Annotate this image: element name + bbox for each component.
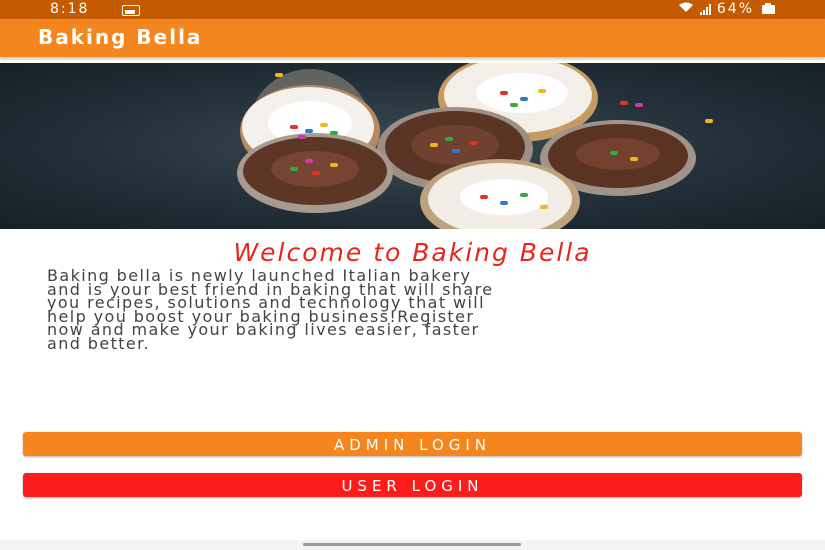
status-bar: 8:18 64% bbox=[0, 0, 825, 19]
user-login-button[interactable]: USER LOGIN bbox=[23, 473, 802, 497]
cupcakes-illustration bbox=[237, 63, 713, 229]
description-line: and better. bbox=[47, 333, 151, 353]
signal-icon bbox=[699, 3, 711, 15]
navigation-bar bbox=[0, 540, 825, 550]
cupcakes-banner-image bbox=[0, 63, 825, 229]
admin-login-button[interactable]: ADMIN LOGIN bbox=[23, 432, 802, 456]
status-right: 64% bbox=[678, 1, 775, 17]
home-gesture-handle[interactable] bbox=[303, 543, 521, 546]
description-line: now and make your baking lives easier, f… bbox=[47, 320, 480, 340]
image-icon bbox=[122, 5, 140, 16]
app-bar: Baking Bella bbox=[0, 19, 825, 57]
wifi-icon bbox=[678, 2, 694, 16]
battery-text: 64% bbox=[716, 1, 754, 17]
battery-icon bbox=[762, 2, 775, 14]
status-time: 8:18 bbox=[50, 1, 90, 17]
welcome-title: Welcome to Baking Bella bbox=[233, 238, 592, 267]
description-text: Baking bella is newly launched Italian b… bbox=[47, 268, 787, 353]
app-title: Baking Bella bbox=[38, 25, 203, 49]
